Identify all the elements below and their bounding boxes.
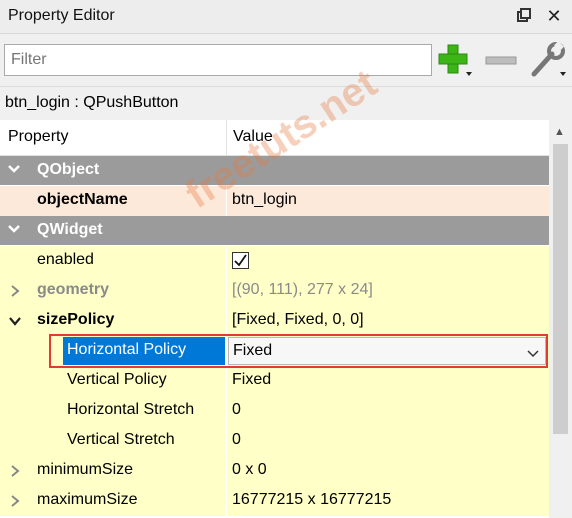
value-cell[interactable]: 0 bbox=[227, 396, 549, 426]
property-cell: enabled bbox=[0, 246, 226, 276]
property-label: enabled bbox=[37, 251, 94, 268]
horizontal-policy-combobox[interactable]: Fixed bbox=[228, 337, 546, 365]
value-cell[interactable]: Fixed bbox=[227, 366, 549, 396]
remove-icon[interactable] bbox=[482, 42, 522, 78]
checkbox-checked-icon[interactable] bbox=[232, 252, 249, 269]
property-value: 16777215 x 16777215 bbox=[232, 491, 392, 508]
title-bar: Property Editor ✕ bbox=[0, 0, 572, 34]
property-column-header[interactable]: Property bbox=[8, 128, 68, 146]
value-column-header[interactable]: Value bbox=[233, 128, 273, 146]
property-label-selected: Horizontal Policy bbox=[63, 337, 225, 365]
scroll-up-icon[interactable]: ▲ bbox=[554, 126, 565, 138]
dropdown-chevron-icon[interactable] bbox=[527, 346, 539, 358]
property-label: sizePolicy bbox=[37, 311, 115, 328]
property-value: [Fixed, Fixed, 0, 0] bbox=[232, 311, 364, 328]
property-row-maximumsize[interactable]: maximumSize 16777215 x 16777215 bbox=[0, 486, 549, 516]
property-row-sizepolicy[interactable]: sizePolicy [Fixed, Fixed, 0, 0] bbox=[0, 306, 549, 336]
property-cell: Horizontal Policy bbox=[0, 336, 226, 366]
property-row-vertical-stretch[interactable]: Vertical Stretch 0 bbox=[0, 426, 549, 456]
value-cell[interactable]: [Fixed, Fixed, 0, 0] bbox=[227, 306, 549, 336]
value-cell[interactable]: btn_login bbox=[227, 186, 549, 216]
property-label: objectName bbox=[37, 191, 128, 208]
property-row-vertical-policy[interactable]: Vertical Policy Fixed bbox=[0, 366, 549, 396]
property-row-horizontal-policy[interactable]: Horizontal Policy Fixed bbox=[0, 336, 549, 366]
group-label: QWidget bbox=[37, 221, 103, 238]
value-cell[interactable]: 16777215 x 16777215 bbox=[227, 486, 549, 516]
property-cell: sizePolicy bbox=[0, 306, 226, 336]
expand-arrow-icon[interactable] bbox=[9, 464, 21, 477]
group-label: QObject bbox=[37, 161, 100, 178]
property-value: 0 bbox=[232, 431, 241, 448]
object-class-label: btn_login : QPushButton bbox=[0, 86, 572, 120]
property-row-geometry[interactable]: geometry [(90, 111), 277 x 24] bbox=[0, 276, 549, 306]
collapse-arrow-icon[interactable] bbox=[7, 162, 21, 176]
close-icon[interactable]: ✕ bbox=[544, 6, 564, 26]
table-header: Property Value bbox=[0, 120, 549, 156]
group-qobject[interactable]: QObject bbox=[0, 156, 549, 186]
property-value: Fixed bbox=[232, 371, 272, 388]
property-value: [(90, 111), 277 x 24] bbox=[232, 281, 373, 298]
value-cell[interactable]: 0 x 0 bbox=[227, 456, 549, 486]
value-cell[interactable]: 0 bbox=[227, 426, 549, 456]
panel-title: Property Editor bbox=[8, 7, 115, 24]
property-row-enabled[interactable]: enabled bbox=[0, 246, 549, 276]
filter-input[interactable] bbox=[4, 44, 432, 76]
property-label: Horizontal Stretch bbox=[67, 401, 195, 418]
group-qwidget[interactable]: QWidget bbox=[0, 216, 549, 246]
property-row-objectname[interactable]: objectName btn_login bbox=[0, 186, 549, 216]
property-value: 0 bbox=[232, 401, 241, 418]
property-cell: minimumSize bbox=[0, 456, 226, 486]
property-cell: Horizontal Stretch bbox=[0, 396, 226, 426]
value-cell[interactable] bbox=[227, 246, 549, 276]
property-cell: maximumSize bbox=[0, 486, 226, 516]
property-cell: objectName bbox=[0, 186, 226, 216]
combobox-value: Fixed bbox=[233, 342, 273, 359]
property-value: btn_login bbox=[232, 191, 297, 208]
expand-arrow-icon[interactable] bbox=[9, 494, 21, 507]
add-icon[interactable] bbox=[436, 42, 476, 78]
configure-icon[interactable] bbox=[528, 41, 568, 78]
toolbar bbox=[0, 34, 572, 86]
property-row-minimumsize[interactable]: minimumSize 0 x 0 bbox=[0, 456, 549, 486]
property-label: minimumSize bbox=[37, 461, 134, 478]
header-divider bbox=[226, 120, 227, 156]
property-value: 0 x 0 bbox=[232, 461, 267, 478]
property-label: maximumSize bbox=[37, 491, 138, 508]
property-row-horizontal-stretch[interactable]: Horizontal Stretch 0 bbox=[0, 396, 549, 426]
property-label: Vertical Policy bbox=[67, 371, 167, 388]
property-label: geometry bbox=[37, 281, 110, 298]
collapse-arrow-icon[interactable] bbox=[7, 222, 21, 236]
property-cell: Vertical Stretch bbox=[0, 426, 226, 456]
vertical-scrollbar[interactable]: ▲ bbox=[549, 120, 572, 518]
property-cell: Vertical Policy bbox=[0, 366, 226, 396]
property-cell: geometry bbox=[0, 276, 226, 306]
collapse-arrow-icon[interactable] bbox=[9, 314, 21, 326]
scrollbar-thumb[interactable] bbox=[553, 144, 568, 434]
value-cell[interactable]: Fixed bbox=[227, 336, 549, 366]
property-tree: QObject objectName btn_login QWidget ena… bbox=[0, 156, 549, 516]
property-label: Vertical Stretch bbox=[67, 431, 175, 448]
float-icon[interactable] bbox=[514, 6, 534, 26]
expand-arrow-icon[interactable] bbox=[9, 284, 21, 297]
value-cell[interactable]: [(90, 111), 277 x 24] bbox=[227, 276, 549, 306]
